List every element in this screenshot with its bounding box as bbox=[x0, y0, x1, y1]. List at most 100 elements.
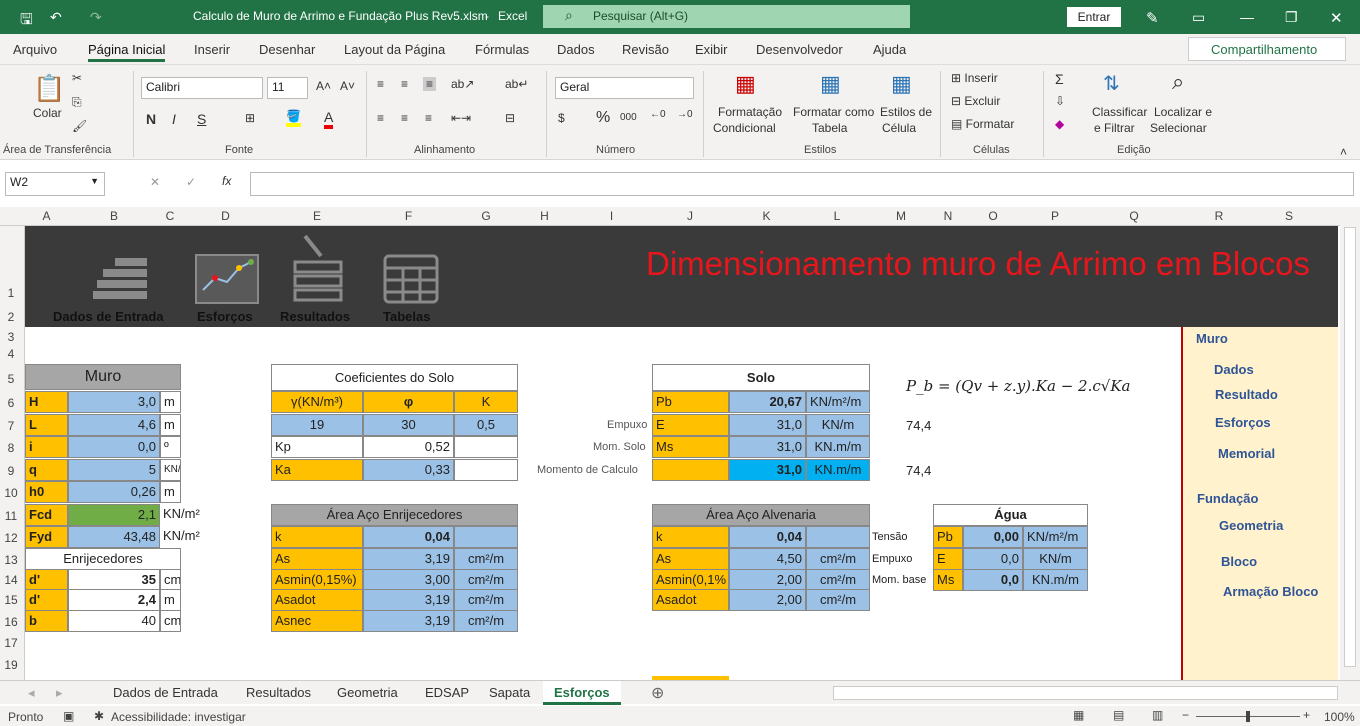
enrij-value[interactable]: 2,4 bbox=[68, 589, 160, 611]
row-header[interactable]: 10 bbox=[0, 486, 22, 500]
macro-record-icon[interactable]: ▣ bbox=[63, 709, 74, 723]
col-header[interactable]: E bbox=[271, 209, 363, 223]
col-header[interactable]: B bbox=[68, 209, 160, 223]
indent-icon[interactable]: ⇤⇥ bbox=[451, 111, 471, 125]
wall-tool-icon[interactable] bbox=[291, 234, 347, 306]
normal-view-icon[interactable]: ▦ bbox=[1073, 708, 1084, 722]
align-bottom-icon[interactable]: ≡ bbox=[423, 77, 437, 91]
decrease-decimal-icon[interactable]: →0 bbox=[677, 109, 693, 120]
zoom-level[interactable]: 100% bbox=[1324, 710, 1355, 724]
muro-value[interactable]: 43,48 bbox=[68, 526, 160, 548]
col-header[interactable]: O bbox=[963, 209, 1023, 223]
font-size-select[interactable]: 11 bbox=[267, 77, 308, 99]
col-header[interactable]: S bbox=[1257, 209, 1321, 223]
side-link-bloco[interactable]: Bloco bbox=[1221, 554, 1257, 569]
tab-resultados[interactable]: Resultados bbox=[246, 685, 311, 700]
menu-layout[interactable]: Layout da Página bbox=[344, 42, 445, 57]
row-header[interactable]: 3 bbox=[0, 330, 22, 344]
tab-edsap[interactable]: EDSAP bbox=[425, 685, 469, 700]
accessibility-icon[interactable]: ✱ bbox=[94, 709, 104, 723]
vertical-scrollbar[interactable] bbox=[1340, 207, 1360, 680]
muro-value[interactable]: 2,1 bbox=[68, 504, 160, 526]
minimize-icon[interactable]: — bbox=[1240, 9, 1254, 25]
page-break-icon[interactable]: ▥ bbox=[1152, 708, 1163, 722]
undo-icon[interactable]: ↶ bbox=[50, 9, 62, 26]
format-table-label2[interactable]: Tabela bbox=[812, 121, 847, 135]
sort-label[interactable]: Classificar bbox=[1092, 105, 1147, 119]
italic-button[interactable]: I bbox=[172, 111, 176, 127]
zoom-out-icon[interactable]: − bbox=[1182, 708, 1189, 722]
nav-tabelas[interactable]: Tabelas bbox=[383, 309, 430, 324]
row-header[interactable]: 12 bbox=[0, 531, 22, 545]
align-middle-icon[interactable]: ≡ bbox=[401, 77, 408, 91]
tab-geometria[interactable]: Geometria bbox=[337, 685, 398, 700]
signin-button[interactable]: Entrar bbox=[1067, 7, 1121, 27]
search-box[interactable]: ⌕ Pesquisar (Alt+G) bbox=[543, 5, 910, 28]
menu-formulas[interactable]: Fórmulas bbox=[475, 42, 529, 57]
pen-icon[interactable]: ✎ bbox=[1146, 9, 1159, 27]
side-link-resultado[interactable]: Resultado bbox=[1215, 387, 1278, 402]
muro-value[interactable]: 0,26 bbox=[68, 481, 160, 503]
col-header[interactable]: I bbox=[571, 209, 652, 223]
row-header[interactable]: 4 bbox=[0, 347, 22, 361]
row-header[interactable]: 14 bbox=[0, 573, 22, 587]
align-left-icon[interactable]: ≡ bbox=[377, 111, 384, 125]
col-header[interactable]: L bbox=[805, 209, 869, 223]
col-header[interactable]: K bbox=[728, 209, 805, 223]
row-header[interactable]: 11 bbox=[0, 509, 22, 523]
insert-cells-button[interactable]: ⊞ Inserir bbox=[951, 71, 998, 85]
collapse-ribbon-icon[interactable]: ˄ bbox=[1340, 145, 1347, 159]
borders-icon[interactable]: ⊞ bbox=[245, 111, 255, 125]
align-center-icon[interactable]: ≡ bbox=[401, 111, 408, 125]
enrij-value[interactable]: 40 bbox=[68, 610, 160, 632]
cond-format-label[interactable]: Formatação bbox=[718, 105, 782, 119]
fill-color-icon[interactable]: 🪣 bbox=[286, 109, 301, 127]
col-header[interactable]: N bbox=[933, 209, 963, 223]
col-header[interactable]: C bbox=[160, 209, 180, 223]
row-header[interactable]: 9 bbox=[0, 464, 22, 478]
close-icon[interactable]: ✕ bbox=[1330, 9, 1343, 27]
menu-desenvolvedor[interactable]: Desenvolvedor bbox=[756, 42, 843, 57]
row-header[interactable]: 15 bbox=[0, 593, 22, 607]
scroll-track[interactable] bbox=[1344, 227, 1356, 667]
add-sheet-icon[interactable]: ⊕ bbox=[651, 683, 664, 703]
coef-value[interactable]: 30 bbox=[363, 414, 454, 436]
coef-value[interactable]: 0,5 bbox=[454, 414, 518, 436]
side-link-geometria[interactable]: Geometria bbox=[1219, 518, 1283, 533]
find-label2[interactable]: Selecionar bbox=[1150, 121, 1207, 135]
cond-format-label2[interactable]: Condicional bbox=[713, 121, 776, 135]
ribbon-display-icon[interactable]: ▭ bbox=[1192, 9, 1205, 26]
format-table-label[interactable]: Formatar como bbox=[793, 105, 874, 119]
nav-resultados[interactable]: Resultados bbox=[280, 309, 350, 324]
menu-exibir[interactable]: Exibir bbox=[695, 42, 728, 57]
grow-font-icon[interactable]: A˄ bbox=[316, 79, 331, 93]
find-icon[interactable]: ⌕ bbox=[1172, 69, 1184, 95]
name-box[interactable]: W2 ▼ bbox=[5, 172, 105, 196]
menu-desenhar[interactable]: Desenhar bbox=[259, 42, 315, 57]
orientation-icon[interactable]: ab↗ bbox=[451, 77, 474, 91]
nav-dados-entrada[interactable]: Dados de Entrada bbox=[53, 309, 164, 324]
side-link-dados[interactable]: Dados bbox=[1214, 362, 1254, 377]
copy-icon[interactable]: ⎘ bbox=[72, 95, 82, 110]
enrij-value[interactable]: 35 bbox=[68, 569, 160, 591]
row-header[interactable]: 17 bbox=[0, 636, 22, 650]
enter-icon[interactable]: ✓ bbox=[186, 175, 196, 189]
side-link-memorial[interactable]: Memorial bbox=[1218, 446, 1275, 461]
tab-dados-entrada[interactable]: Dados de Entrada bbox=[113, 685, 218, 700]
coef-value[interactable]: 19 bbox=[271, 414, 363, 436]
col-header[interactable]: J bbox=[652, 209, 728, 223]
formula-input[interactable] bbox=[250, 172, 1354, 196]
cancel-icon[interactable]: ✕ bbox=[150, 175, 160, 189]
maximize-icon[interactable]: ❐ bbox=[1285, 9, 1298, 26]
col-header[interactable]: H bbox=[518, 209, 571, 223]
muro-value[interactable]: 4,6 bbox=[68, 414, 160, 436]
paste-icon[interactable]: 📋 bbox=[33, 73, 65, 104]
muro-value[interactable]: 3,0 bbox=[68, 391, 160, 413]
col-header[interactable]: R bbox=[1181, 209, 1257, 223]
menu-pagina-inicial[interactable]: Página Inicial bbox=[88, 42, 166, 62]
delete-cells-button[interactable]: ⊟ Excluir bbox=[951, 94, 1000, 108]
cell-styles-label2[interactable]: Célula bbox=[882, 121, 916, 135]
col-header[interactable]: Q bbox=[1087, 209, 1181, 223]
chart-monitor-icon[interactable] bbox=[195, 254, 259, 304]
menu-ajuda[interactable]: Ajuda bbox=[873, 42, 906, 57]
